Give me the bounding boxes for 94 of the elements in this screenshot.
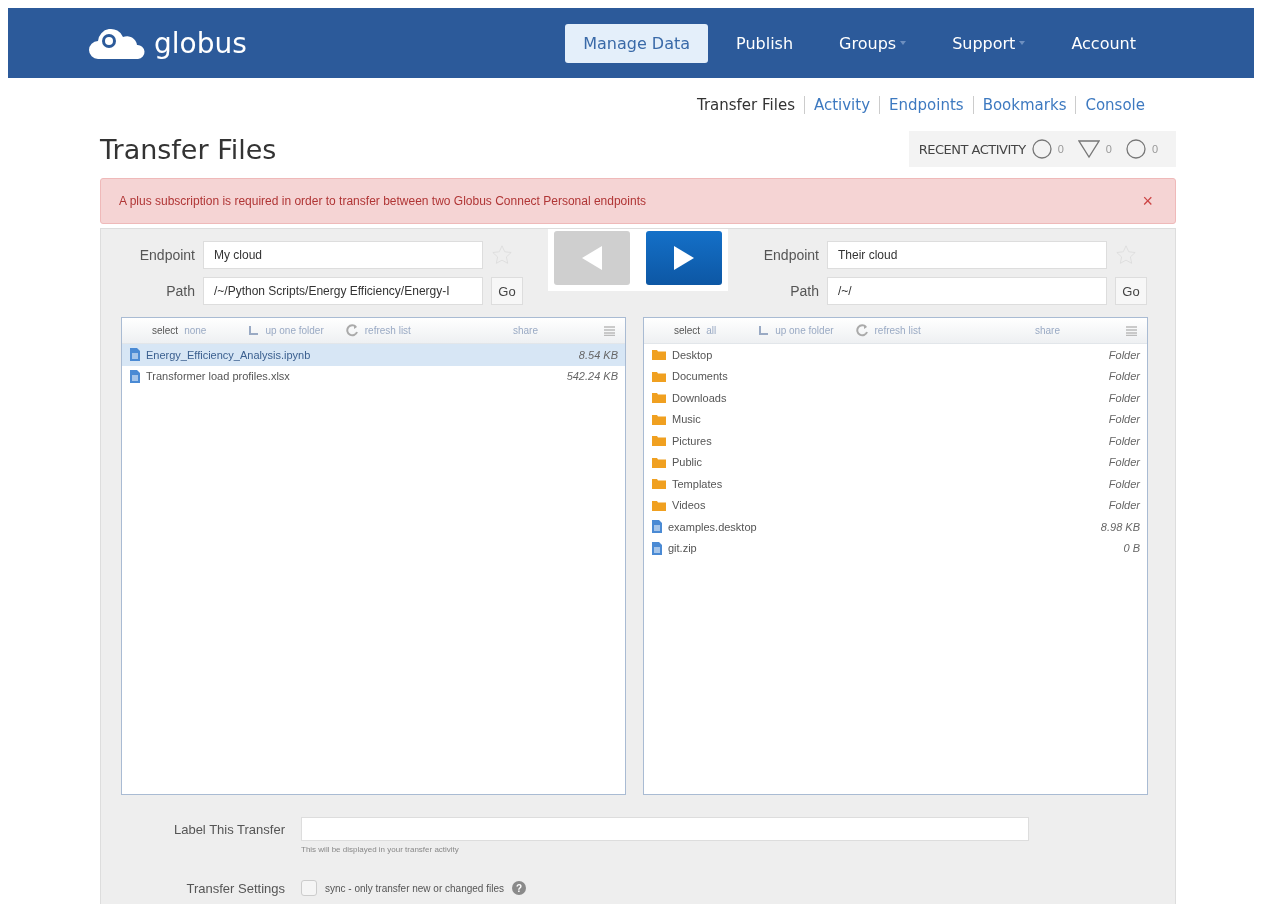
endpoint-label: Endpoint: [138, 247, 195, 263]
sub-nav-link[interactable]: Endpoints: [879, 96, 973, 114]
folder-icon: [652, 413, 666, 425]
nav-link[interactable]: Manage Data: [565, 23, 709, 63]
file-name: Videos: [672, 499, 707, 512]
path-label: Path: [789, 283, 819, 299]
folder-icon: [652, 392, 666, 404]
file-size: Folder: [1108, 413, 1140, 426]
nav-link[interactable]: Groups: [821, 23, 925, 63]
hint-text: This will be displayed in your transfer activity: [301, 845, 460, 854]
nav-link[interactable]: Account: [1053, 23, 1154, 63]
sync-label: sync - only transfer new or changed files: [325, 882, 504, 894]
refresh-icon: [855, 324, 869, 337]
file-name: Downloads: [672, 391, 728, 404]
sync-checkbox[interactable]: [301, 880, 317, 896]
file-size: 8.54 KB: [578, 348, 618, 361]
path-field[interactable]: /~/Python Scripts/Energy Efficiency/Energy-I: [203, 277, 483, 305]
file-size: Folder: [1108, 456, 1140, 469]
go-button[interactable]: Go: [1115, 277, 1147, 305]
sub-nav-link[interactable]: Console: [1075, 96, 1154, 114]
file-size: 542.24 KB: [566, 370, 618, 383]
close-button[interactable]: ×: [1138, 190, 1157, 212]
folder-icon: [652, 499, 666, 511]
menu-icon[interactable]: [604, 325, 615, 336]
alert-text: A plus subscription is required in order to transfer between two Globus Connect Personal endpoints: [119, 194, 646, 208]
sub-nav-link[interactable]: Transfer Files: [687, 96, 804, 114]
circle-icon: [1125, 139, 1146, 159]
path-label: Path: [165, 283, 195, 299]
left-arrow-icon: [582, 246, 602, 270]
file-size: Folder: [1108, 499, 1140, 512]
file-row[interactable]: Music Folder: [644, 408, 1147, 430]
refresh-icon: [345, 324, 359, 337]
nav-link[interactable]: Support: [934, 23, 1044, 63]
document-icon: [652, 541, 662, 555]
file-name: Documents: [672, 370, 729, 383]
file-name: Music: [672, 413, 702, 426]
sub-nav-link[interactable]: Bookmarks: [972, 96, 1076, 114]
file-row[interactable]: git.zip 0 B: [644, 537, 1147, 559]
document-icon: [130, 348, 140, 362]
select-label: select: [674, 325, 701, 336]
file-name: git.zip: [668, 542, 698, 555]
file-size: 0 B: [1123, 542, 1140, 555]
folder-icon: [652, 349, 666, 361]
activity-count: 0: [1105, 143, 1112, 155]
activity-count: 0: [1057, 143, 1064, 155]
path-field[interactable]: /~/: [827, 277, 1107, 305]
file-name: Templates: [672, 477, 724, 490]
file-row[interactable]: Energy_Efficiency_Analysis.ipynb 8.54 KB: [122, 344, 625, 366]
document-icon: [130, 369, 140, 383]
arrow-button[interactable]: [646, 231, 722, 285]
file-row[interactable]: Desktop Folder: [644, 344, 1147, 366]
label-transfer-label: Label This Transfer: [172, 821, 285, 837]
file-row[interactable]: Videos Folder: [644, 494, 1147, 516]
file-name: examples.desktop: [668, 520, 758, 533]
activity-count: 0: [1151, 143, 1158, 155]
file-name: Energy_Efficiency_Analysis.ipynb: [146, 348, 312, 361]
endpoint-label: Endpoint: [762, 247, 819, 263]
select-label: select: [152, 325, 179, 336]
file-row[interactable]: Pictures Folder: [644, 430, 1147, 452]
file-name: Desktop: [672, 348, 714, 361]
file-row[interactable]: Public Folder: [644, 451, 1147, 473]
menu-icon[interactable]: [1126, 325, 1137, 336]
page-title: Transfer Files: [100, 133, 277, 165]
file-row[interactable]: Documents Folder: [644, 365, 1147, 387]
sub-nav-link[interactable]: Activity: [803, 96, 880, 114]
folder-icon: [652, 370, 666, 382]
file-name: Transformer load profiles.xlsx: [146, 370, 291, 383]
nav-link[interactable]: Publish: [718, 23, 812, 63]
file-row[interactable]: Transformer load profiles.xlsx 542.24 KB: [122, 365, 625, 387]
file-row[interactable]: examples.desktop 8.98 KB: [644, 516, 1147, 538]
folder-icon: [652, 456, 666, 468]
circle-icon: [1031, 139, 1052, 159]
recent-activity-label: RECENT ACTIVITY: [918, 141, 1026, 157]
file-size: Folder: [1108, 370, 1140, 383]
file-size: 8.98 KB: [1100, 520, 1140, 533]
file-size: Folder: [1108, 434, 1140, 447]
file-row[interactable]: Templates Folder: [644, 473, 1147, 495]
file-name: Pictures: [672, 434, 713, 447]
file-size: Folder: [1108, 477, 1140, 490]
triangle-icon: [1077, 139, 1100, 159]
logo-text: globus: [154, 26, 247, 60]
endpoint-field[interactable]: Their cloud: [827, 241, 1107, 269]
transfer-label-field[interactable]: [301, 817, 1029, 841]
folder-icon: [652, 478, 666, 490]
file-row[interactable]: Downloads Folder: [644, 387, 1147, 409]
go-button[interactable]: Go: [491, 277, 523, 305]
document-icon: [652, 520, 662, 534]
right-arrow-icon: [674, 246, 694, 270]
folder-icon: [652, 435, 666, 447]
file-size: Folder: [1108, 348, 1140, 361]
file-size: Folder: [1108, 391, 1140, 404]
settings-label: Transfer Settings: [185, 880, 285, 896]
file-name: Public: [672, 456, 703, 469]
endpoint-field[interactable]: My cloud: [203, 241, 483, 269]
